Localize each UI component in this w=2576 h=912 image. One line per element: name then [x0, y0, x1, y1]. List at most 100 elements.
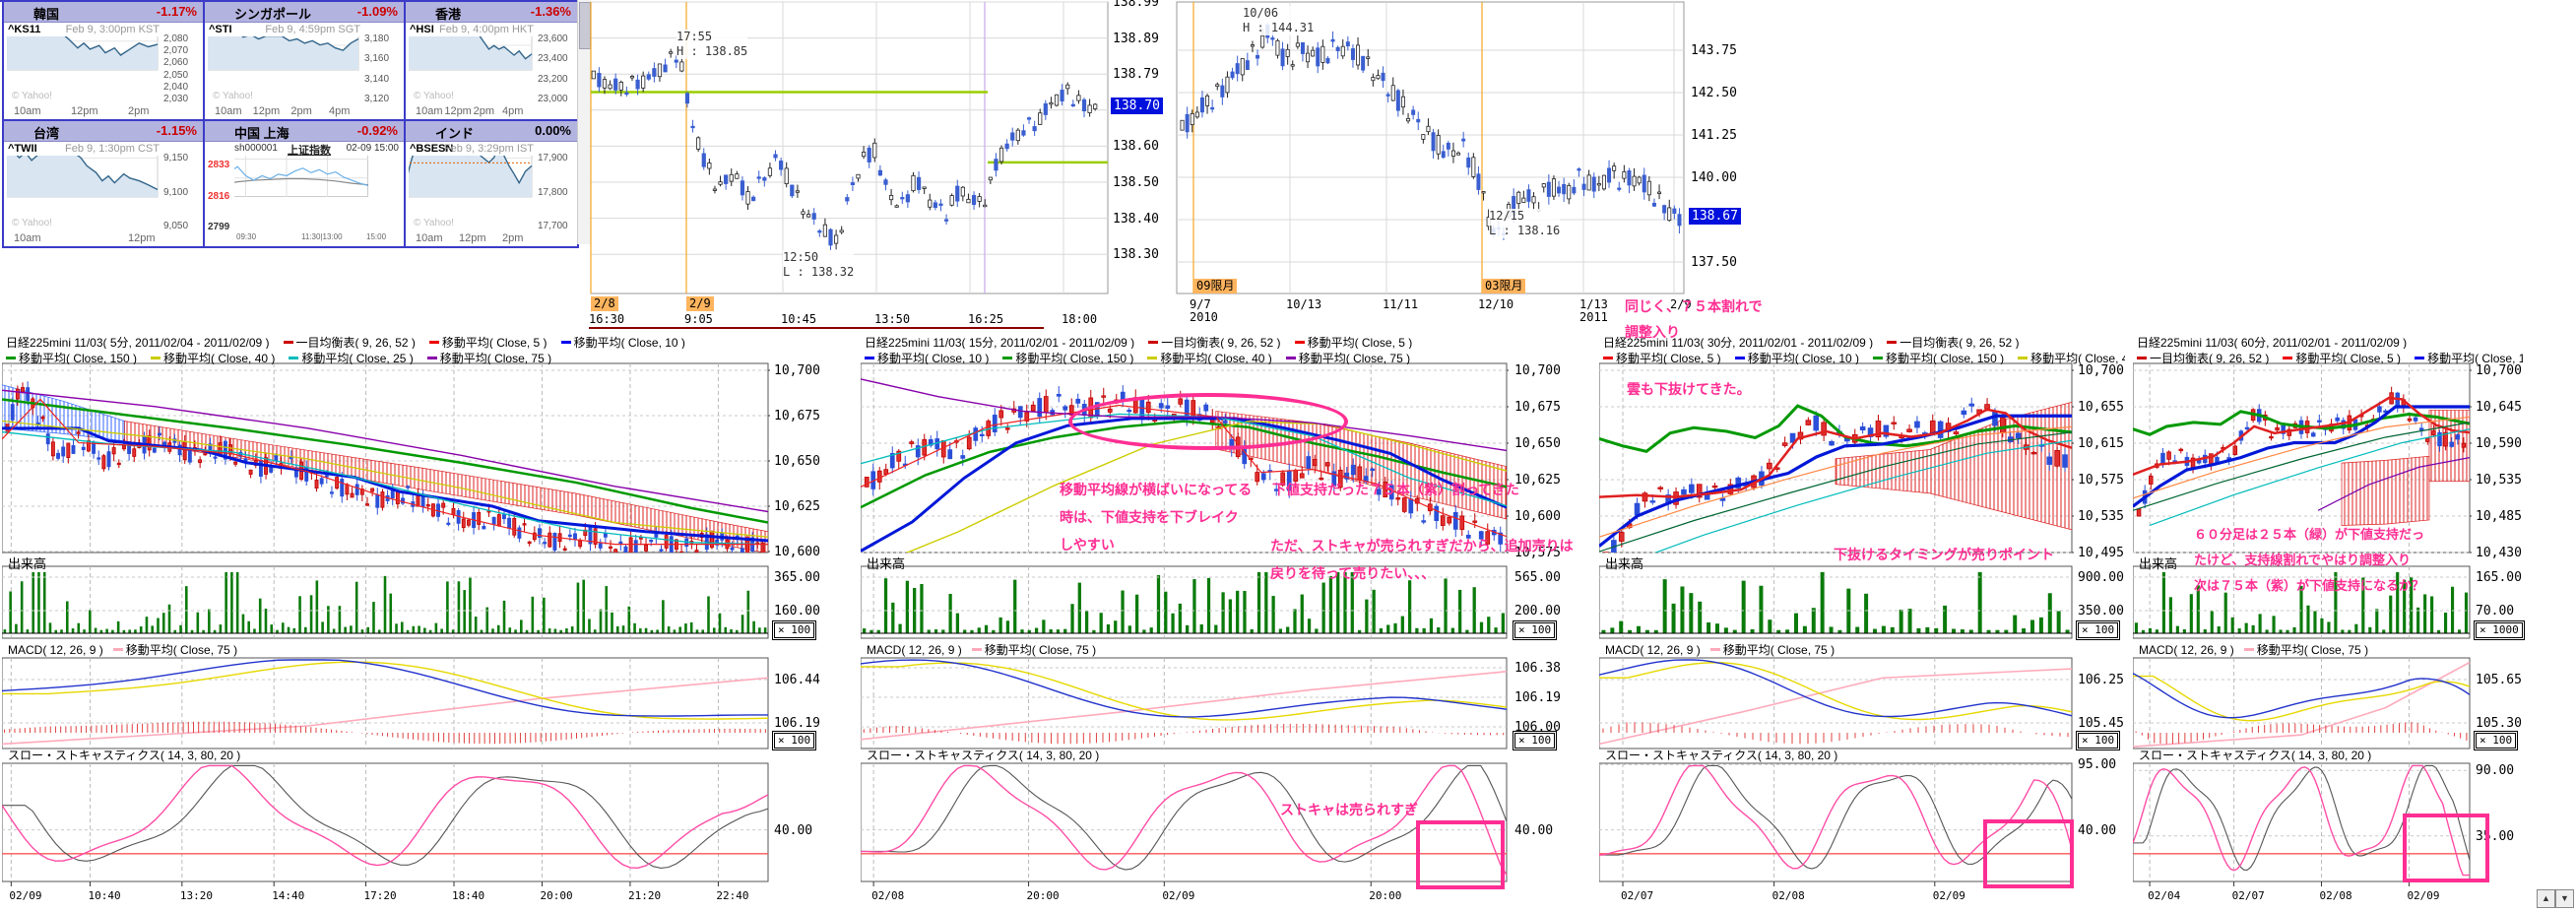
indicator-label: 一目均衡表( 9, 26, 52 )	[1148, 334, 1280, 349]
indicator-label: 一目均衡表( 9, 26, 52 )	[1887, 334, 2019, 349]
macd-axis-label: 106.19	[774, 716, 820, 731]
panel-price-label: 10,650	[1514, 436, 1561, 451]
volume-axis-label: 165.00	[2476, 570, 2522, 585]
volume-axis-label: 365.00	[774, 570, 820, 585]
stoch-axis-label: 95.00	[2078, 757, 2116, 772]
indicator-label: 移動平均( Close, 75 )	[427, 350, 551, 364]
indicator-label: 日経225mini 11/03( 5分, 2011/02/04 - 2011/0…	[6, 334, 270, 349]
macd-ma-label: 移動平均( Close, 75 )	[1723, 643, 1835, 657]
macd-multiplier-badge: × 100	[774, 733, 814, 749]
indicator-label: 一目均衡表( 9, 26, 52 )	[284, 334, 416, 349]
volume-axis-label: 350.00	[2078, 604, 2124, 619]
panel-price-label: 10,535	[2476, 473, 2522, 488]
macd-multiplier-badge: × 100	[2078, 733, 2118, 749]
indicator-label: 移動平均( Close, 150 )	[1873, 350, 2004, 364]
volume-label: 出来高	[1605, 554, 1643, 572]
indicator-label: 移動平均( Close, 10 )	[865, 350, 989, 364]
macd-ma-marker	[113, 648, 123, 651]
macd-axis-label: 106.44	[774, 673, 820, 687]
indicator-label: 移動平均( Close, 40 )	[151, 350, 275, 364]
macd-ma-label: 移動平均( Close, 75 )	[985, 643, 1096, 657]
handwritten-annotation: 同じく、７５本割れで 調整入り	[1625, 293, 1763, 345]
panel-time-label: 02/08	[1772, 889, 1805, 902]
macd-header: MACD( 12, 26, 9 ) 移動平均( Close, 75 )	[1605, 641, 1835, 658]
panel-time-label: 02/09	[1162, 889, 1194, 902]
handwritten-annotation: 移動平均線が横ばいになってる 時は、下値支持を下ブレイク しやすい	[1060, 476, 1252, 558]
panel-price-label: 10,675	[1514, 400, 1561, 415]
indicator-label: 日経225mini 11/03( 15分, 2011/02/01 - 2011/…	[865, 334, 1134, 349]
indicator-label: 移動平均( Close, 5 )	[1603, 350, 1721, 364]
indicator-label: 移動平均( Close, 10 )	[561, 334, 685, 349]
panel-time-label: 02/09	[1933, 889, 1965, 902]
panel-time-label: 20:00	[1369, 889, 1401, 902]
macd-multiplier-badge: × 100	[2476, 733, 2516, 749]
stochastics-header: スロー・ストキャスティクス( 14, 3, 80, 20 )	[1605, 747, 1837, 763]
panel-price-label: 10,590	[2476, 436, 2522, 451]
handwritten-annotation: ストキャは売られすぎ	[1280, 800, 1418, 819]
highlight-ellipse	[1068, 393, 1348, 450]
indicator-label: 移動平均( Close, 5 )	[429, 334, 547, 349]
panel-price-label: 10,430	[2476, 546, 2522, 560]
volume-label: 出来高	[2139, 554, 2177, 572]
indicator-label: 移動平均( Close, 25 )	[289, 350, 413, 364]
volume-axis-label: 900.00	[2078, 570, 2124, 585]
macd-ma-label: 移動平均( Close, 75 )	[126, 643, 237, 657]
indicator-label: 日経225mini 11/03( 60分, 2011/02/01 - 2011/…	[2137, 334, 2407, 349]
panel-header-row1: 日経225mini 11/03( 5分, 2011/02/04 - 2011/0…	[6, 334, 851, 349]
volume-axis-label: 70.00	[2476, 604, 2514, 619]
panel-price-label: 10,625	[1514, 473, 1561, 488]
macd-ma-marker	[1710, 648, 1720, 651]
panel-time-label: 13:20	[180, 889, 213, 902]
volume-label: 出来高	[867, 554, 905, 572]
panel-header-row1: 日経225mini 11/03( 60分, 2011/02/01 - 2011/…	[2137, 334, 2523, 349]
macd-axis-label: 105.45	[2078, 716, 2124, 731]
indicator-label: 移動平均( Close, 10 )	[2415, 350, 2523, 364]
panel-header-row2: 移動平均( Close, 150 )移動平均( Close, 40 )移動平均(…	[6, 350, 851, 364]
handwritten-annotation: 下値支持だった７５本（紫）割ってきた	[1272, 476, 1519, 503]
panel-time-label: 02/09	[9, 889, 41, 902]
handwritten-annotation: ただ、ストキャが売られすぎだから、追加売りは 戻りを待って売りたい、、、	[1270, 532, 1574, 587]
volume-multiplier-badge: × 100	[774, 622, 814, 638]
macd-header: MACD( 12, 26, 9 ) 移動平均( Close, 75 )	[867, 641, 1096, 658]
indicator-label: 移動平均( Close, 40 )	[1147, 350, 1271, 364]
stoch-axis-label: 90.00	[2476, 763, 2514, 778]
macd-ma-marker	[972, 648, 982, 651]
panel-time-label: 02/09	[2407, 889, 2439, 902]
panel-time-label: 21:20	[628, 889, 661, 902]
panel-price-label: 10,700	[774, 363, 820, 378]
panel-price-label: 10,615	[2078, 436, 2124, 451]
nikkei-panels: 10,700 10,675 10,650 10,625 10,600 出来高 365.00 1…	[0, 0, 2576, 912]
panel-header-row2: 移動平均( Close, 5 )移動平均( Close, 10 )移動平均( C…	[1603, 350, 2125, 364]
panel-price-label: 10,535	[2078, 509, 2124, 524]
stochastics-header: スロー・ストキャスティクス( 14, 3, 80, 20 )	[867, 747, 1099, 763]
volume-multiplier-badge: × 1000	[2476, 622, 2523, 638]
volume-label: 出来高	[8, 554, 46, 572]
highlight-box	[1983, 819, 2074, 888]
scroll-up-button[interactable]: ▲	[2537, 889, 2555, 908]
volume-multiplier-badge: × 100	[2078, 622, 2118, 638]
panel-time-label: 02/07	[1621, 889, 1653, 902]
panel-header-row2: 移動平均( Close, 10 )移動平均( Close, 150 )移動平均(…	[865, 350, 1589, 364]
stochastics-header: スロー・ストキャスティクス( 14, 3, 80, 20 )	[8, 747, 240, 763]
panel-price-label: 10,700	[1514, 363, 1561, 378]
panel-time-label: 14:40	[272, 889, 304, 902]
macd-axis-label: 105.65	[2476, 673, 2522, 687]
highlight-box	[1416, 820, 1505, 889]
stoch-axis-label: 40.00	[1514, 823, 1553, 838]
panel-time-label: 02/07	[2232, 889, 2265, 902]
panel-time-label: 20:00	[540, 889, 572, 902]
panel-price-label: 10,700	[2476, 363, 2522, 378]
stoch-axis-label: 40.00	[2078, 823, 2116, 838]
indicator-label: 移動平均( Close, 75 )	[1286, 350, 1410, 364]
panel-price-label: 10,675	[774, 409, 820, 423]
panel-time-label: 02/08	[2320, 889, 2352, 902]
macd-axis-label: 106.38	[1514, 661, 1561, 676]
macd-axis-label: 106.25	[2078, 673, 2124, 687]
panel-price-label: 10,600	[1514, 509, 1561, 524]
macd-axis-label: 106.19	[1514, 690, 1561, 705]
scroll-down-button[interactable]: ▼	[2555, 889, 2574, 908]
panel-header-row2: 一目均衡表( 9, 26, 52 )移動平均( Close, 5 )移動平均( …	[2137, 350, 2523, 364]
panel-0-chart[interactable]	[2, 332, 770, 912]
panel-price-label: 10,650	[774, 454, 820, 469]
panel-price-label: 10,575	[2078, 473, 2124, 488]
